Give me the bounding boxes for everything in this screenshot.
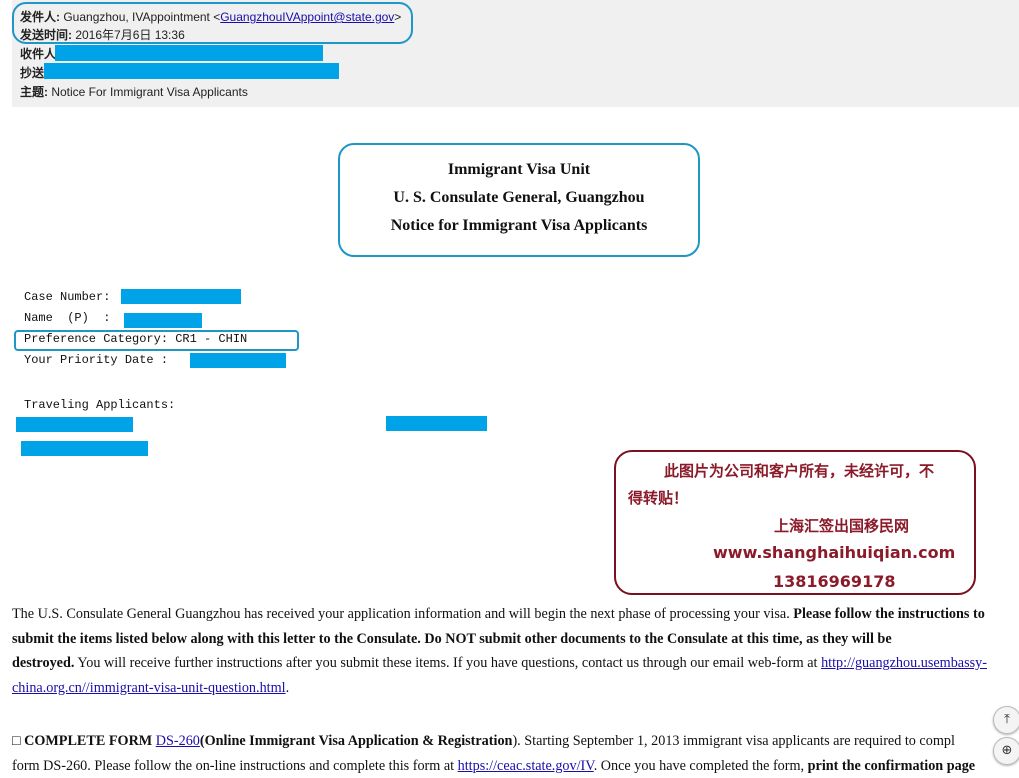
highlight-preference <box>14 330 299 351</box>
p2-text-3: . Once you have completed the form, <box>594 758 808 774</box>
p2-line-1: □ COMPLETE FORM DS-260(Online Immigrant … <box>12 729 1019 754</box>
name-label: Name (P) : <box>24 311 110 325</box>
redaction-applicant-3 <box>21 441 148 456</box>
scroll-top-button[interactable]: ⤒ <box>993 706 1019 734</box>
redaction-case-number <box>121 289 241 304</box>
notice-title-box: Immigrant Visa Unit U. S. Consulate Gene… <box>338 143 700 257</box>
p1-line-4: china.org.cn//immigrant-visa-unit-questi… <box>12 676 1019 701</box>
title-unit: Immigrant Visa Unit <box>340 161 698 179</box>
p2-text-2: form DS-260. Please follow the on-line i… <box>12 758 458 774</box>
watermark-phone: 13816969178 <box>773 572 895 591</box>
watermark-website: www.shanghaihuiqian.com <box>713 543 955 562</box>
redaction-priority-date <box>190 353 286 368</box>
p1-bold-3: destroyed. <box>12 655 74 671</box>
p1-end: . <box>286 680 290 696</box>
redaction-applicant-2 <box>386 416 487 431</box>
watermark-company: 上海汇签出国移民网 <box>774 515 909 536</box>
highlight-sender <box>12 2 413 44</box>
p2-form-name: (Online Immigrant Visa Application & Reg… <box>200 733 513 749</box>
priority-date-label: Your Priority Date : <box>24 353 168 367</box>
subject-label: 主题: <box>20 85 48 99</box>
subject-value: Notice For Immigrant Visa Applicants <box>48 85 248 99</box>
body-paragraph-1: The U.S. Consulate General Guangzhou has… <box>12 602 1019 700</box>
zoom-icon: ⊕ <box>1002 743 1013 758</box>
question-form-link-part1[interactable]: http://guangzhou.usembassy- <box>821 655 987 671</box>
watermark-notice-2: 得转贴！ <box>628 487 688 508</box>
body-paragraph-2: □ COMPLETE FORM DS-260(Online Immigrant … <box>12 729 1019 778</box>
watermark-notice-1: 此图片为公司和客户所有，未经许可，不 <box>664 460 934 481</box>
p2-bold-confirmation: print the confirmation page <box>808 758 975 774</box>
title-consulate: U. S. Consulate General, Guangzhou <box>340 189 698 207</box>
p1-bold-1: Please follow the instructions to <box>793 606 985 622</box>
p1-text-3: You will receive further instructions af… <box>74 655 821 671</box>
p2-heading: COMPLETE FORM <box>24 733 156 749</box>
cc-label: 抄送 <box>20 66 44 80</box>
subject-line: 主题: Notice For Immigrant Visa Applicants <box>20 83 248 100</box>
ceac-link[interactable]: https://ceac.state.gov/IV <box>458 758 594 774</box>
question-form-link-part2[interactable]: china.org.cn//immigrant-visa-unit-questi… <box>12 680 286 696</box>
p1-line-2: submit the items listed below along with… <box>12 627 1019 652</box>
p2-text-1: ). Starting September 1, 2013 immigrant … <box>512 733 954 749</box>
to-label: 收件人 <box>20 47 56 61</box>
scroll-top-icon: ⤒ <box>1004 712 1010 727</box>
redaction-to <box>55 45 323 61</box>
case-number-label: Case Number: <box>24 290 110 304</box>
cc-line: 抄送 <box>20 64 44 81</box>
p1-bold-2: submit the items listed below along with… <box>12 631 892 647</box>
p1-line-3: destroyed. You will receive further inst… <box>12 651 1019 676</box>
redaction-name <box>124 313 202 328</box>
p1-line-1: The U.S. Consulate General Guangzhou has… <box>12 602 1019 627</box>
checkbox-glyph: □ <box>12 733 24 749</box>
to-line: 收件人 <box>20 45 56 62</box>
redaction-cc <box>44 63 339 79</box>
p2-line-2: form DS-260. Please follow the on-line i… <box>12 754 1019 778</box>
zoom-button[interactable]: ⊕ <box>993 737 1019 765</box>
ds260-link[interactable]: DS-260 <box>156 733 200 749</box>
title-notice: Notice for Immigrant Visa Applicants <box>340 217 698 235</box>
redaction-applicant-1 <box>16 417 133 432</box>
p1-text-1: The U.S. Consulate General Guangzhou has… <box>12 606 793 622</box>
traveling-applicants-label: Traveling Applicants: <box>24 398 175 412</box>
watermark-box: 此图片为公司和客户所有，未经许可，不 得转贴！ 上海汇签出国移民网 www.sh… <box>614 450 976 595</box>
